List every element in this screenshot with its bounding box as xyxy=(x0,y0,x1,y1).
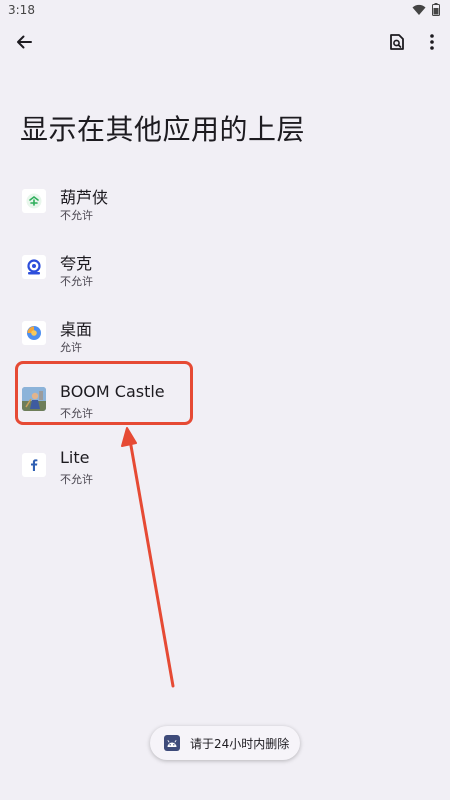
battery-icon xyxy=(432,3,440,19)
app-list: 葫芦侠 不允许 夸克 不允许 桌面 允许 BOOM Castle 不允许 Lit… xyxy=(0,170,450,500)
facebook-lite-icon xyxy=(22,453,46,477)
arrow-back-icon xyxy=(15,33,33,55)
quark-icon xyxy=(22,255,46,279)
list-item-launcher[interactable]: 桌面 允许 xyxy=(0,302,450,368)
android-icon xyxy=(164,735,180,751)
app-status: 不允许 xyxy=(60,473,93,486)
list-item-boom-castle[interactable]: BOOM Castle 不允许 xyxy=(0,368,450,434)
toast: 请于24小时内删除 xyxy=(150,726,300,760)
list-item-huluxia[interactable]: 葫芦侠 不允许 xyxy=(0,170,450,236)
app-status: 不允许 xyxy=(60,407,93,420)
status-icons xyxy=(412,3,440,19)
app-name: 夸克 xyxy=(60,254,93,273)
launcher-icon xyxy=(22,321,46,345)
more-options-button[interactable] xyxy=(416,28,448,60)
status-bar: 3:18 xyxy=(0,0,450,22)
wifi-icon xyxy=(412,4,426,19)
app-name: Lite xyxy=(60,448,90,467)
app-status: 允许 xyxy=(60,341,82,354)
list-item-quark[interactable]: 夸克 不允许 xyxy=(0,236,450,302)
app-status: 不允许 xyxy=(60,275,93,288)
page-title: 显示在其他应用的上层 xyxy=(20,113,306,146)
boom-castle-icon xyxy=(22,387,46,411)
app-name: BOOM Castle xyxy=(60,382,165,401)
top-app-bar xyxy=(0,26,450,62)
search-button[interactable] xyxy=(381,28,413,60)
search-in-page-icon xyxy=(388,33,406,55)
app-name: 葫芦侠 xyxy=(60,188,109,207)
toast-text: 请于24小时内删除 xyxy=(190,736,290,751)
app-status: 不允许 xyxy=(60,209,93,222)
back-button[interactable] xyxy=(8,28,40,60)
screen: 3:18 显示在其他应用的上层 葫芦侠 不允许 夸克 不允许 桌面 允许 BOO… xyxy=(0,0,450,800)
list-item-lite[interactable]: Lite 不允许 xyxy=(0,434,450,500)
status-time: 3:18 xyxy=(8,3,35,17)
more-vert-icon xyxy=(429,33,435,55)
app-name: 桌面 xyxy=(60,320,93,339)
huluxia-icon xyxy=(22,189,46,213)
